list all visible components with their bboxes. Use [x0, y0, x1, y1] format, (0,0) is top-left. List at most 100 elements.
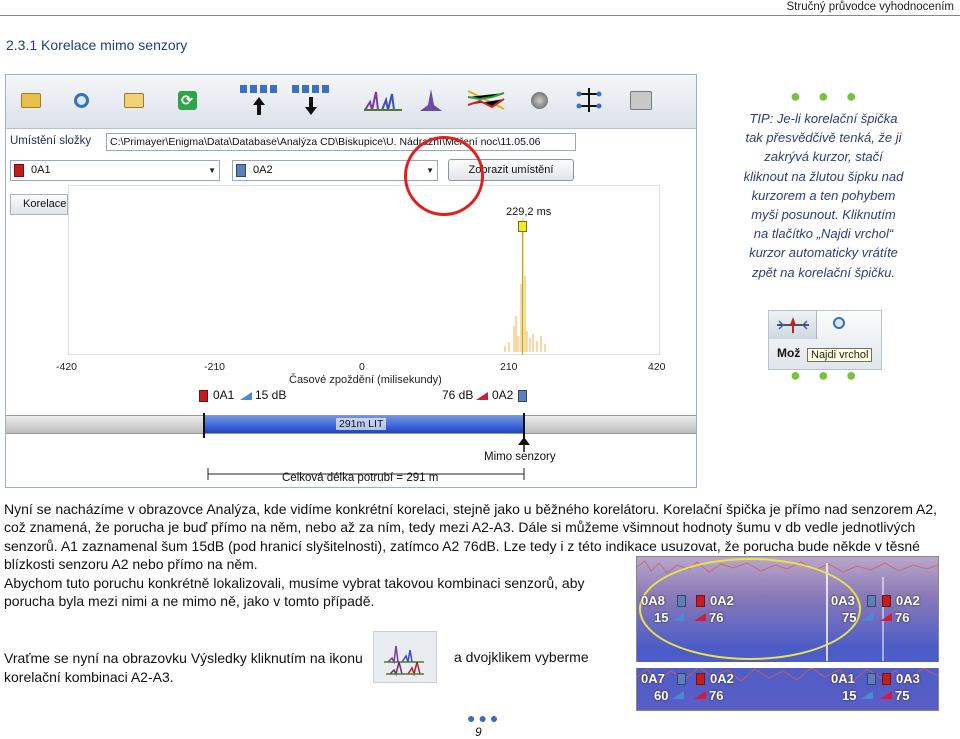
- zoom-icon[interactable]: [833, 317, 845, 329]
- return-line: Vraťme se nyní na obrazovku Výsledky kli…: [4, 650, 363, 666]
- noise-level-icon: [672, 691, 684, 699]
- toolbar: ⟳: [6, 75, 696, 129]
- cursor-line[interactable]: [522, 232, 523, 355]
- sensor-flag-red-icon: [14, 164, 24, 177]
- chevron-down-icon: ▼: [208, 166, 216, 175]
- left-sensor-value: 0A1: [31, 164, 51, 176]
- cursor-value-label: 229,2 ms: [506, 206, 552, 218]
- midpoint-label: Mimo senzory: [484, 451, 556, 463]
- pipe-end-marker: [203, 413, 205, 438]
- tip-line: myši posunout. Kliknutím: [751, 207, 896, 223]
- sensor-flag-blue-icon: [867, 595, 876, 607]
- panel-sensor-id: 0A1: [831, 671, 855, 686]
- find-peak-button[interactable]: [769, 311, 817, 339]
- axis-title: Časové zpoždění (milisekundy): [289, 374, 442, 386]
- refresh-icon[interactable]: ⟳: [172, 85, 202, 115]
- results-icon[interactable]: [373, 631, 437, 683]
- folder-path-field[interactable]: C:\Primayer\Enigma\Data\Database\Analýza…: [106, 133, 576, 151]
- tip-line: na tlačítko „Najdi vrchol“: [753, 226, 894, 242]
- left-noise-value: 15 dB: [255, 388, 287, 402]
- panel-divider: [636, 662, 939, 668]
- left-sensor-label: 0A1: [213, 388, 235, 402]
- sensor-flag-blue-icon: [677, 673, 686, 685]
- folder-location-label: Umístění složky: [10, 135, 92, 147]
- noise-level-icon: [861, 613, 873, 621]
- sensor-flag-red-icon: [882, 595, 891, 607]
- correlation-plot: [68, 185, 660, 355]
- left-sensor-select[interactable]: 0A1 ▼: [10, 160, 220, 181]
- decorative-dots: ●●●: [790, 365, 874, 385]
- panel-noise-db: 76: [709, 688, 724, 703]
- panel-sensor-id: 0A3: [896, 671, 920, 686]
- sensor-flag-red-icon: [882, 673, 891, 685]
- decorative-dots: ●●●: [467, 710, 502, 726]
- axis-tick: 0: [359, 361, 365, 373]
- sensor-flag-blue-icon: [236, 164, 246, 177]
- noise-level-icon: [672, 613, 684, 621]
- panel-noise-db: 75: [842, 610, 857, 625]
- sensor-group-down-icon[interactable]: [291, 85, 331, 115]
- page-number: 9: [475, 725, 482, 739]
- panel-noise-db: 75: [895, 688, 910, 703]
- panel-noise-db: 60: [654, 688, 669, 703]
- noise-level-icon: [861, 691, 873, 699]
- total-length-label: Celková délka potrubí = 291 m: [282, 472, 439, 484]
- pipe-end-marker: [523, 413, 525, 438]
- spectrum-colored-icon[interactable]: [466, 85, 506, 115]
- tip-line: tak přesvědčivě tenká, že ji: [745, 130, 902, 146]
- sensor-flag-blue-icon: [518, 390, 527, 402]
- panel-noise-db: 76: [895, 610, 910, 625]
- analysis-screenshot: ⟳ Umístění složky C:\Primayer\Enigma\Dat…: [5, 74, 697, 488]
- speaker-icon[interactable]: [524, 85, 554, 115]
- tip-line: kurzorem a ten pohybem: [751, 187, 896, 203]
- highlight-circle: [404, 136, 484, 216]
- tip-box: TIP: Je-li korelační špička tak přesvědč…: [716, 109, 931, 282]
- pipe-label: 291m LIT: [336, 418, 387, 430]
- export-icon[interactable]: [119, 85, 149, 115]
- noise-level-icon: [880, 613, 892, 621]
- sensor-flag-red-icon: [696, 673, 705, 685]
- tip-line: kliknout na žlutou šipku nad: [743, 168, 904, 184]
- axis-tick: 420: [648, 361, 666, 373]
- panel-noise-db: 15: [842, 688, 857, 703]
- sensor-flag-blue-icon: [677, 595, 686, 607]
- noise-level-icon: [476, 392, 488, 400]
- toolbar-text: Mož: [777, 346, 801, 360]
- sensor-flag-blue-icon: [867, 673, 876, 685]
- return-right-text: a dvojklikem vyberme: [454, 649, 589, 665]
- sensor-group-up-icon[interactable]: [239, 85, 279, 115]
- spectrum-multi-icon[interactable]: [364, 85, 402, 115]
- noise-level-icon: [240, 392, 252, 400]
- tip-line: kurzor automaticky vrátíte: [749, 245, 898, 261]
- para-line: což znamená, že porucha je buď přímo na …: [4, 519, 916, 536]
- noise-level-icon: [694, 613, 706, 621]
- search-icon[interactable]: [66, 85, 96, 115]
- correlation-tab[interactable]: Korelace: [10, 194, 68, 215]
- network-icon[interactable]: [574, 85, 604, 115]
- document-header-title: Stručný průvodce vyhodnocením: [786, 1, 954, 13]
- cursor-handle[interactable]: [518, 221, 527, 232]
- panel-sensor-id: 0A2: [896, 593, 920, 608]
- open-folder-icon[interactable]: [16, 85, 46, 115]
- right-sensor-label: 0A2: [492, 388, 514, 402]
- return-instructions: Vraťme se nyní na obrazovku Výsledky kli…: [4, 649, 363, 687]
- return-line: korelační kombinaci A2-A3.: [4, 669, 174, 685]
- axis-tick: -420: [56, 361, 78, 373]
- tip-line: zpět na korelační špičku.: [751, 264, 896, 280]
- panel-sensor-id: 0A2: [710, 671, 734, 686]
- print-icon[interactable]: [626, 85, 656, 115]
- para-line: Nyní se nacházíme v obrazovce Analýza, k…: [4, 501, 938, 517]
- axis-tick: -210: [204, 361, 226, 373]
- para-line: senzorů. A1 zaznamenal šum 15dB (pod hra…: [4, 537, 920, 554]
- tip-line: TIP: Je-li korelační špička: [749, 111, 898, 126]
- sensor-flag-red-icon: [696, 595, 705, 607]
- panel-noise-db: 76: [709, 610, 724, 625]
- axis-tick: 210: [500, 361, 518, 373]
- panel-sensor-id: 0A3: [831, 593, 855, 608]
- decorative-dots: ●●●: [790, 86, 874, 106]
- tip-line: zakrývá kurzor, stačí: [764, 149, 883, 165]
- noise-level-icon: [694, 691, 706, 699]
- right-sensor-value: 0A2: [253, 164, 273, 176]
- find-peak-screenshot: Mož Najdi vrchol: [768, 310, 882, 370]
- spectrum-single-icon[interactable]: [416, 85, 446, 115]
